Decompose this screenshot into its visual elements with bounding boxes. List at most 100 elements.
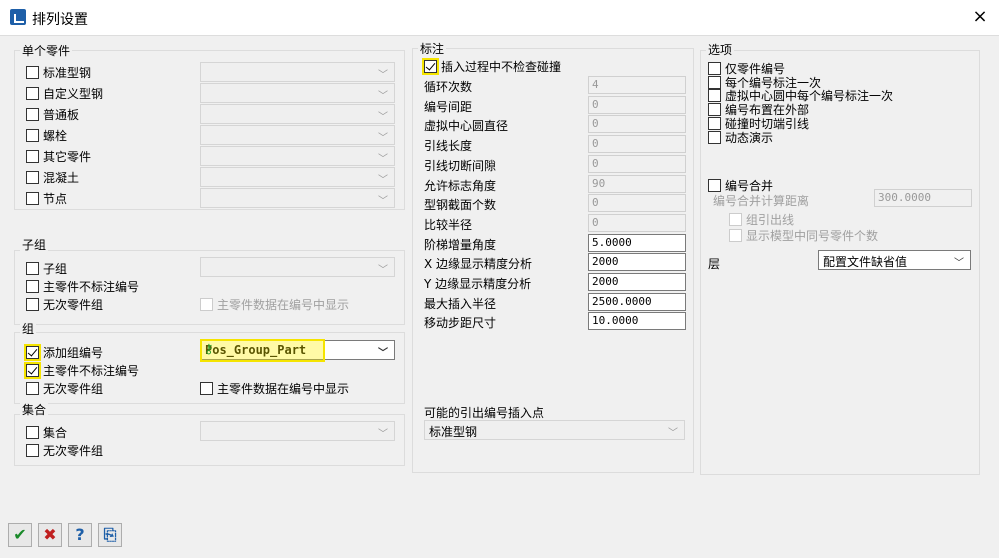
merge-distance-label: 编号合并计算距离 xyxy=(713,194,810,208)
group-show-main-label: 主零件数据在编号中显示 xyxy=(217,382,350,396)
window-title: 排列设置 xyxy=(32,12,88,28)
merge-checkbox[interactable] xyxy=(708,179,721,192)
annotation-field-label: 比较半径 xyxy=(424,217,473,232)
group-combo-value: Pos_Group_Part xyxy=(205,343,307,357)
show-count-checkbox[interactable] xyxy=(729,229,742,242)
app-icon xyxy=(10,9,26,25)
insert-point-combo-value: 标准型钢 xyxy=(429,425,478,439)
annotation-field-input: 0 xyxy=(588,194,686,213)
single-part-5-label: 混凝土 xyxy=(43,171,80,185)
annotation-field-input: 0 xyxy=(588,154,686,173)
annotation-field-input[interactable]: 2500.0000 xyxy=(588,292,686,311)
annotation-field-input: 0 xyxy=(588,95,686,114)
group-2-label: 无次零件组 xyxy=(43,382,104,396)
chevron-down-icon: ﹀ xyxy=(954,258,964,269)
close-icon[interactable]: × xyxy=(966,4,994,30)
single-part-4-label: 其它零件 xyxy=(43,150,92,164)
annotation-field-label: 虚拟中心圆直径 xyxy=(424,119,509,134)
option-4-checkbox[interactable] xyxy=(708,116,721,130)
annotation-field-label: 最大插入半径 xyxy=(424,296,497,311)
group-0-checkbox[interactable] xyxy=(24,344,41,361)
assembly-combo[interactable]: ﹀ xyxy=(200,421,395,441)
single-part-1-label: 自定义型钢 xyxy=(43,87,104,101)
annotation-field-label: Y 边缘显示精度分析 xyxy=(424,277,532,291)
single-part-0-checkbox[interactable] xyxy=(26,66,39,79)
single-part-combo-3[interactable]: ﹀ xyxy=(200,125,395,145)
group-2-checkbox[interactable] xyxy=(26,382,39,395)
annotation-field-label: 阶梯增量角度 xyxy=(424,237,497,252)
subgroup-0-checkbox[interactable] xyxy=(26,262,39,275)
option-0-checkbox[interactable] xyxy=(708,62,721,75)
chevron-down-icon: ﹀ xyxy=(668,428,678,439)
annotation-field-label: 引线长度 xyxy=(424,139,473,154)
layer-label: 层 xyxy=(708,257,721,271)
single-part-combo-5[interactable]: ﹀ xyxy=(200,167,395,187)
annotation-field-input[interactable]: 10.0000 xyxy=(588,312,686,331)
help-button[interactable]: ? xyxy=(68,523,92,547)
chevron-down-icon: ﹀ xyxy=(378,133,388,144)
assembly-0-label: 集合 xyxy=(43,426,68,440)
chevron-down-icon: ﹀ xyxy=(378,429,388,440)
layer-combo-value: 配置文件缺省值 xyxy=(823,255,908,269)
single-part-0-label: 标准型钢 xyxy=(43,66,92,80)
single-part-combo-0[interactable]: ﹀ xyxy=(200,62,395,82)
annotation-field-label: X 边缘显示精度分析 xyxy=(424,257,533,272)
insert-point-label: 可能的引出编号插入点 xyxy=(424,406,545,420)
single-part-6-checkbox[interactable] xyxy=(26,192,39,205)
annotation-field-label: 移动步距尺寸 xyxy=(424,316,497,331)
ok-button[interactable]: ✔ xyxy=(8,523,32,547)
option-5-checkbox[interactable] xyxy=(708,130,721,144)
chevron-down-icon: ﹀ xyxy=(378,154,388,165)
subgroup-group-title: 子组 xyxy=(20,236,49,253)
single-part-1-checkbox[interactable] xyxy=(26,87,39,100)
single-part-4-checkbox[interactable] xyxy=(26,150,39,163)
group-1-checkbox[interactable] xyxy=(24,362,41,379)
subgroup-2-checkbox[interactable] xyxy=(26,298,39,311)
annotation-field-input[interactable]: 2000 xyxy=(588,273,686,291)
group-group-title: 组 xyxy=(20,320,37,337)
chevron-down-icon: ﹀ xyxy=(378,265,388,276)
subgroup-combo[interactable]: ﹀ xyxy=(200,257,395,277)
chevron-down-icon: ﹀ xyxy=(378,70,388,81)
group-show-main-checkbox[interactable] xyxy=(200,382,213,395)
chevron-down-icon: ﹀ xyxy=(378,91,388,102)
subgroup-show-main-checkbox[interactable] xyxy=(200,298,213,311)
single-part-5-checkbox[interactable] xyxy=(26,171,39,184)
option-3-checkbox[interactable] xyxy=(708,103,721,117)
chevron-down-icon: ﹀ xyxy=(378,196,388,207)
assembly-1-label: 无次零件组 xyxy=(43,444,104,458)
annotation-field-input[interactable]: 5.0000 xyxy=(588,233,686,252)
subgroup-2-label: 无次零件组 xyxy=(43,298,104,312)
group-leader-checkbox[interactable] xyxy=(729,213,742,226)
subgroup-show-main-label: 主零件数据在编号中显示 xyxy=(217,298,350,312)
single-part-2-label: 普通板 xyxy=(43,108,80,122)
options-group-title: 选项 xyxy=(706,41,735,58)
no-collision-checkbox[interactable] xyxy=(422,58,439,75)
export-button[interactable]: ⎘ xyxy=(98,523,122,547)
show-count-label: 显示模型中同号零件个数 xyxy=(746,229,879,243)
annotation-field-label: 编号间距 xyxy=(424,99,473,114)
subgroup-1-label: 主零件不标注编号 xyxy=(43,280,140,294)
assembly-0-checkbox[interactable] xyxy=(26,426,39,439)
group-combo[interactable]: ﹀ Pos_Group_Part xyxy=(200,340,395,360)
option-1-checkbox[interactable] xyxy=(708,75,721,89)
assembly-1-checkbox[interactable] xyxy=(26,444,39,457)
single-part-6-label: 节点 xyxy=(43,192,68,206)
annotation-field-input[interactable]: 2000 xyxy=(588,253,686,272)
single-part-2-checkbox[interactable] xyxy=(26,108,39,121)
single-part-3-checkbox[interactable] xyxy=(26,129,39,142)
layer-combo[interactable]: ﹀ 配置文件缺省值 xyxy=(818,250,971,270)
single-part-combo-4[interactable]: ﹀ xyxy=(200,146,395,166)
single-part-3-label: 螺栓 xyxy=(43,129,68,143)
group-leader-label: 组引出线 xyxy=(746,213,795,227)
single-part-combo-1[interactable]: ﹀ xyxy=(200,83,395,103)
annotation-group-title: 标注 xyxy=(418,40,447,57)
subgroup-1-checkbox[interactable] xyxy=(26,280,39,293)
cancel-button[interactable]: ✖ xyxy=(38,523,62,547)
single-part-combo-2[interactable]: ﹀ xyxy=(200,104,395,124)
insert-point-combo[interactable]: ﹀ 标准型钢 xyxy=(424,420,685,440)
option-2-checkbox[interactable] xyxy=(708,89,721,103)
single-parts-group-title: 单个零件 xyxy=(20,42,73,59)
annotation-field-label: 循环次数 xyxy=(424,80,473,94)
single-part-combo-6[interactable]: ﹀ xyxy=(200,188,395,208)
